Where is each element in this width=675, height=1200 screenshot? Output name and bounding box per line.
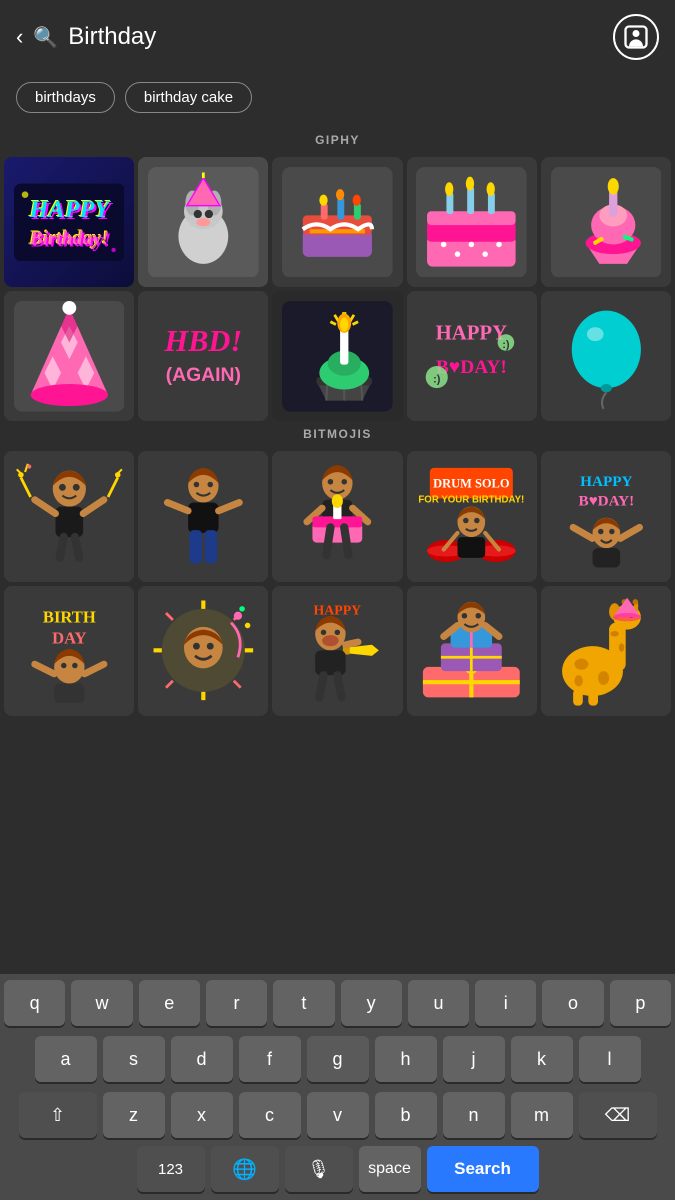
svg-text::): :) xyxy=(433,374,441,386)
sticker-pink-cake[interactable] xyxy=(407,157,537,287)
key-e[interactable]: e xyxy=(139,980,200,1026)
giphy-sticker-grid: HAPPY Birthday! xyxy=(0,157,675,421)
content-area: GIPHY HAPPY Birthday! xyxy=(0,127,675,927)
sticker-bitmoji-gifts[interactable] xyxy=(407,586,537,716)
keyboard-row-2: a s d f g h j k l xyxy=(0,1030,675,1086)
key-f[interactable]: f xyxy=(239,1036,301,1082)
suggestion-birthday-cake[interactable]: birthday cake xyxy=(125,82,252,113)
key-h[interactable]: h xyxy=(375,1036,437,1082)
sticker-bitmoji-giraffe[interactable] xyxy=(541,586,671,716)
sticker-bitmoji-cake-holding[interactable] xyxy=(272,451,402,581)
sticker-happy-bday-letters[interactable]: HAPPY B♥DAY! :) :) xyxy=(407,291,537,421)
svg-text:B♥DAY!: B♥DAY! xyxy=(578,492,634,509)
key-o[interactable]: o xyxy=(542,980,603,1026)
svg-text:DAY: DAY xyxy=(52,629,86,648)
key-q[interactable]: q xyxy=(4,980,65,1026)
svg-text:DRUM SOLO: DRUM SOLO xyxy=(434,476,511,490)
key-r[interactable]: r xyxy=(206,980,267,1026)
svg-text::): :) xyxy=(503,339,511,351)
key-a[interactable]: a xyxy=(35,1036,97,1082)
key-v[interactable]: v xyxy=(307,1092,369,1138)
key-s[interactable]: s xyxy=(103,1036,165,1082)
key-u[interactable]: u xyxy=(408,980,469,1026)
key-b[interactable]: b xyxy=(375,1092,437,1138)
sticker-happy-birthday[interactable]: HAPPY Birthday! xyxy=(4,157,134,287)
keyboard: q w e r t y u i o p a s d f g h j k l ⇧ … xyxy=(0,974,675,1200)
key-y[interactable]: y xyxy=(341,980,402,1026)
svg-text:HAPPY: HAPPY xyxy=(436,323,507,345)
bitmoji-sticker-grid: DRUM SOLO FOR YOUR BIRTHDAY! xyxy=(0,451,675,715)
back-button[interactable]: ‹ xyxy=(16,24,23,50)
svg-text:(AGAIN): (AGAIN) xyxy=(166,364,241,386)
key-search[interactable]: Search xyxy=(427,1146,539,1192)
svg-text:HAPPY: HAPPY xyxy=(314,603,362,618)
keyboard-row-1: q w e r t y u i o p xyxy=(0,974,675,1030)
keyboard-bottom-row: 123 🌐 🎙 space Search xyxy=(0,1142,675,1200)
svg-text:FOR YOUR BIRTHDAY!: FOR YOUR BIRTHDAY! xyxy=(419,495,525,506)
sticker-green-cupcake[interactable] xyxy=(272,291,402,421)
key-x[interactable]: x xyxy=(171,1092,233,1138)
sticker-teal-balloon[interactable] xyxy=(541,291,671,421)
key-n[interactable]: n xyxy=(443,1092,505,1138)
key-c[interactable]: c xyxy=(239,1092,301,1138)
shift-icon: ⇧ xyxy=(50,1105,65,1126)
delete-icon: ⌫ xyxy=(605,1105,630,1126)
sticker-party-hat[interactable] xyxy=(4,291,134,421)
sticker-cupcake-pink[interactable] xyxy=(541,157,671,287)
key-space[interactable]: space xyxy=(359,1146,421,1192)
key-w[interactable]: w xyxy=(71,980,132,1026)
suggestions-bar: birthdays birthday cake xyxy=(0,74,675,127)
header: ‹ 🔍 Birthday xyxy=(0,0,675,74)
key-globe[interactable]: 🌐 xyxy=(211,1146,279,1192)
sticker-nbd-again[interactable]: HBD! (AGAIN) xyxy=(138,291,268,421)
key-i[interactable]: i xyxy=(475,980,536,1026)
key-delete[interactable]: ⌫ xyxy=(579,1092,657,1138)
key-k[interactable]: k xyxy=(511,1036,573,1082)
key-shift[interactable]: ⇧ xyxy=(19,1092,97,1138)
key-g[interactable]: g xyxy=(307,1036,369,1082)
key-t[interactable]: t xyxy=(273,980,334,1026)
happy-birthday-svg: HAPPY Birthday! xyxy=(14,167,125,278)
keyboard-row-3: ⇧ z x c v b n m ⌫ xyxy=(0,1086,675,1142)
svg-text:HBD!: HBD! xyxy=(163,324,242,358)
svg-text:Birthday!: Birthday! xyxy=(28,227,109,249)
key-j[interactable]: j xyxy=(443,1036,505,1082)
key-123[interactable]: 123 xyxy=(137,1146,205,1192)
key-m[interactable]: m xyxy=(511,1092,573,1138)
key-d[interactable]: d xyxy=(171,1036,233,1082)
giphy-section-label: GIPHY xyxy=(0,127,675,157)
svg-text:BIRTH: BIRTH xyxy=(43,608,96,627)
suggestion-birthdays[interactable]: birthdays xyxy=(16,82,115,113)
search-icon: 🔍 xyxy=(33,25,58,50)
svg-text:HAPPY: HAPPY xyxy=(580,473,632,490)
key-mic[interactable]: 🎙 xyxy=(285,1146,353,1192)
bitmojis-section-label: BITMOJIS xyxy=(0,421,675,451)
sticker-bitmoji-sparkle-dance[interactable] xyxy=(138,586,268,716)
profile-button[interactable] xyxy=(613,14,659,60)
sticker-bitmoji-dancing-guitar[interactable] xyxy=(138,451,268,581)
svg-text:HAPPY: HAPPY xyxy=(28,196,111,223)
sticker-colorful-cake[interactable] xyxy=(272,157,402,287)
key-p[interactable]: p xyxy=(610,980,671,1026)
sticker-happy-bday-sign[interactable]: HAPPY B♥DAY! xyxy=(541,451,671,581)
key-z[interactable]: z xyxy=(103,1092,165,1138)
profile-icon xyxy=(622,23,650,51)
sticker-bitmoji-dancing-fireworks[interactable] xyxy=(4,451,134,581)
sticker-drum-solo[interactable]: DRUM SOLO FOR YOUR BIRTHDAY! xyxy=(407,451,537,581)
key-l[interactable]: l xyxy=(579,1036,641,1082)
sticker-party-dog[interactable] xyxy=(138,157,268,287)
sticker-bitmoji-trumpet[interactable]: HAPPY xyxy=(272,586,402,716)
sticker-bitmoji-birthday-abc[interactable]: BIRTH DAY xyxy=(4,586,134,716)
search-query[interactable]: Birthday xyxy=(68,23,603,51)
